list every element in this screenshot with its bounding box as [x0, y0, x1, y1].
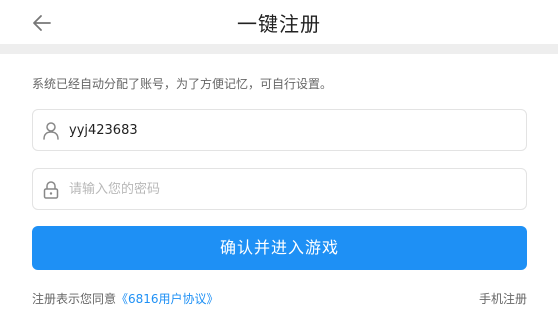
user-agreement-link[interactable]: 《6816用户协议》: [116, 292, 219, 306]
agreement-prefix: 注册表示您同意: [32, 292, 117, 306]
header-divider: [0, 44, 558, 54]
account-notice: 系统已经自动分配了账号，为了方便记忆，可自行设置。: [32, 77, 333, 91]
user-icon: [42, 121, 60, 141]
password-input[interactable]: [69, 169, 509, 209]
agreement-text: 注册表示您同意《6816用户协议》: [32, 290, 219, 307]
username-field[interactable]: [32, 109, 527, 151]
password-field[interactable]: [32, 168, 527, 210]
phone-register-link[interactable]: 手机注册: [479, 290, 527, 307]
page-title: 一键注册: [237, 12, 321, 36]
confirm-enter-game-button[interactable]: 确认并进入游戏: [32, 226, 527, 270]
header: 一键注册: [0, 0, 558, 44]
lock-icon: [42, 180, 60, 200]
username-input[interactable]: [69, 110, 509, 150]
